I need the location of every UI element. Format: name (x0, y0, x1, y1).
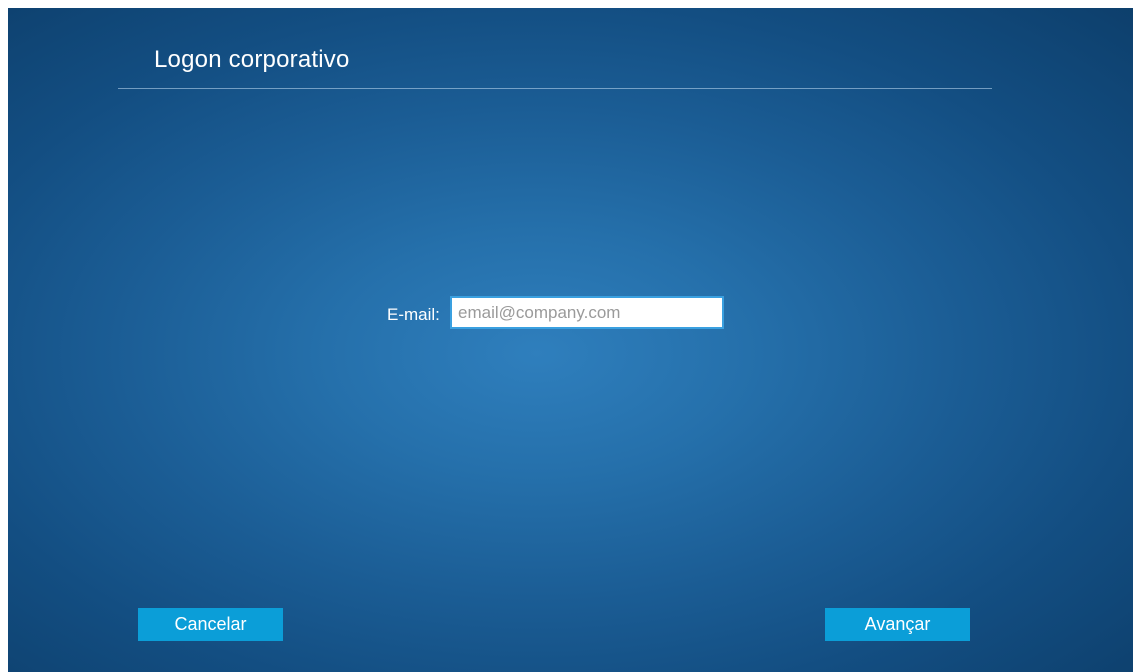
cancel-button[interactable]: Cancelar (138, 608, 283, 641)
email-label: E-mail: (387, 305, 440, 324)
email-field[interactable] (450, 296, 724, 329)
title-divider (118, 88, 992, 89)
logon-screen: Logon corporativo E-mail: Cancelar Avanç… (8, 8, 1133, 672)
next-button[interactable]: Avançar (825, 608, 970, 641)
page-title: Logon corporativo (154, 46, 350, 73)
